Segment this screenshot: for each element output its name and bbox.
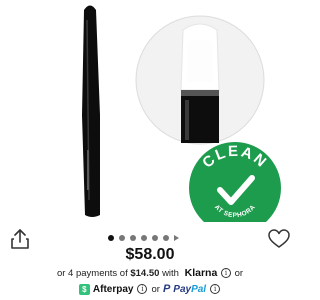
installment-amount: $14.50 <box>130 268 160 279</box>
installments-or: or <box>234 268 244 279</box>
carousel-dot[interactable] <box>152 235 158 241</box>
paypal-logo-pal: Pal <box>191 283 207 295</box>
installments-with: with <box>162 268 179 279</box>
paypal-logo-pay: Pay <box>173 283 192 295</box>
carousel-next-icon[interactable] <box>174 235 179 241</box>
payment-or: or <box>151 283 160 295</box>
carousel-dot[interactable] <box>108 235 114 241</box>
product-price: $58.00 <box>125 246 175 263</box>
afterpay-logo[interactable]: Afterpay <box>93 284 134 295</box>
image-carousel-dots[interactable] <box>108 234 179 242</box>
carousel-dot[interactable] <box>163 235 169 241</box>
afterpay-icon: $ <box>78 283 90 295</box>
product-image: CLEAN AT SEPHORA <box>82 5 281 222</box>
carousel-dot[interactable] <box>119 235 125 241</box>
clean-badge: CLEAN AT SEPHORA <box>189 142 281 222</box>
installments-prefix: or 4 payments of <box>56 268 128 279</box>
brush-tip-closeup <box>135 15 265 145</box>
payment-options-line: $ Afterpay i or P PayPal i <box>0 283 300 295</box>
installments-line: or 4 payments of $14.50 with Klarna i or <box>0 267 300 279</box>
info-icon[interactable]: i <box>137 284 148 294</box>
info-icon[interactable]: i <box>210 284 221 294</box>
info-icon[interactable]: i <box>220 268 231 279</box>
klarna-logo[interactable]: Klarna <box>185 267 218 279</box>
paypal-logo[interactable]: PayPal <box>173 284 206 295</box>
carousel-dot[interactable] <box>130 235 136 241</box>
carousel-dot[interactable] <box>141 235 147 241</box>
paypal-icon: P <box>162 283 171 295</box>
brush-product-image <box>82 5 100 217</box>
